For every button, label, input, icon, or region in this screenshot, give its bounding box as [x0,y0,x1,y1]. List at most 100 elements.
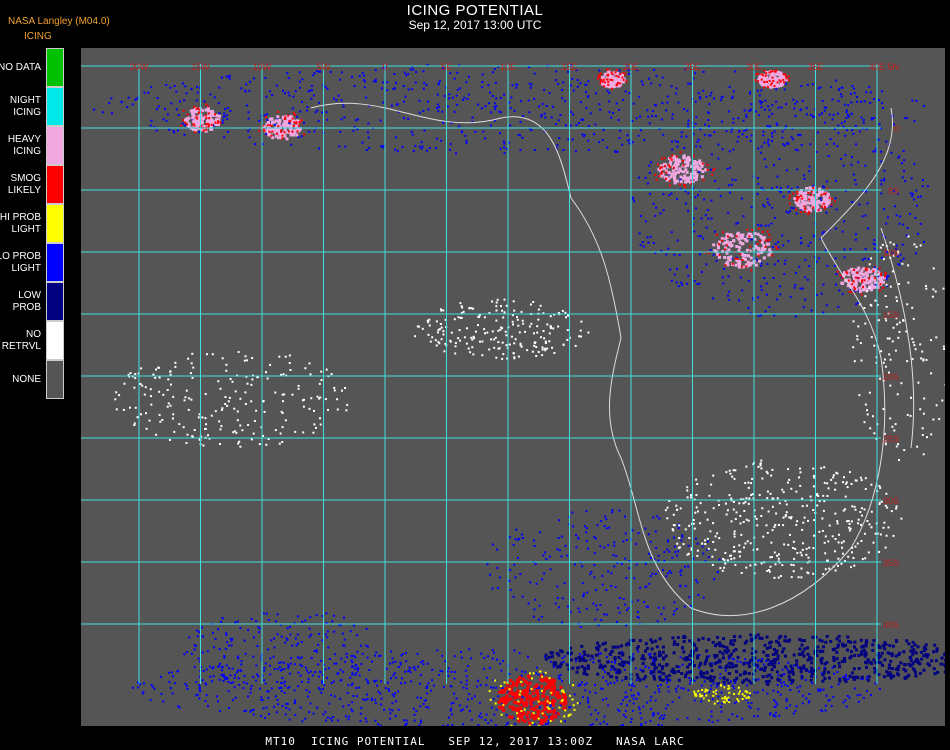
cloud-pixel [519,573,522,575]
cloud-pixel [543,337,546,340]
cloud-pixel [608,526,611,529]
cloud-pixel [262,612,265,615]
cloud-pixel [483,656,486,659]
cloud-pixel [293,663,296,666]
cloud-pixel [676,140,679,143]
cloud-pixel [590,570,593,573]
cloud-pixel [395,676,398,679]
cloud-pixel [516,717,519,720]
cloud-pixel [694,72,696,75]
cloud-pixel [297,642,299,645]
cloud-pixel [418,724,421,726]
cloud-pixel [450,713,453,716]
cloud-pixel [596,648,600,652]
cloud-pixel [708,103,711,106]
cloud-pixel [330,682,333,684]
cloud-pixel [366,680,369,683]
cloud-pixel [815,654,819,657]
cloud-pixel [587,699,590,702]
cloud-pixel [795,705,798,708]
legend-label: SMOG LIKELY [7,172,41,196]
cloud-pixel [661,665,665,669]
cloud-pixel [845,116,848,119]
cloud-pixel [294,714,297,716]
cloud-pixel [486,676,488,679]
cloud-pixel [796,203,800,207]
cloud-pixel [745,135,748,138]
cloud-pixel [649,192,651,195]
cloud-pixel [529,672,531,675]
cloud-pixel [252,675,255,678]
cloud-pixel [700,674,704,678]
cloud-pixel [772,80,775,82]
cloud-pixel [662,607,665,610]
cloud-pixel [180,124,183,127]
cloud-pixel [770,663,774,667]
cloud-pixel [248,136,251,139]
cloud-pixel [866,658,870,662]
cloud-pixel [547,720,550,723]
cloud-pixel [351,710,354,713]
cloud-pixel [600,80,603,83]
cloud-pixel [495,305,498,308]
cloud-pixel [680,672,684,675]
cloud-pixel [710,91,713,94]
cloud-pixel [922,668,926,672]
cloud-pixel [700,684,703,687]
cloud-pixel [672,166,675,169]
cloud-pixel [580,665,584,669]
cloud-pixel [453,318,456,321]
cloud-pixel [804,258,807,261]
cloud-pixel [220,673,223,676]
cloud-pixel [577,537,580,540]
cloud-pixel [271,130,274,133]
cloud-pixel [269,90,271,93]
cloud-pixel [593,552,596,555]
cloud-pixel [913,643,917,647]
cloud-pixel [799,211,802,214]
cloud-pixel [441,110,444,113]
cloud-pixel [317,643,320,646]
cloud-pixel [373,680,376,683]
cloud-pixel [533,685,537,689]
cloud-pixel [744,658,747,661]
cloud-pixel [853,269,856,271]
cloud-pixel [887,666,891,670]
cloud-pixel [610,661,613,663]
cloud-pixel [702,162,705,165]
cloud-pixel [512,544,515,546]
cloud-pixel [669,161,673,165]
cloud-pixel [248,89,251,92]
cloud-pixel [426,686,429,689]
cloud-pixel [438,80,441,83]
cloud-pixel [562,81,565,84]
cloud-pixel [351,75,354,78]
cloud-pixel [743,109,746,112]
cloud-pixel [503,681,506,684]
cloud-pixel [790,667,794,671]
cloud-pixel [863,100,866,103]
cloud-pixel [229,637,232,640]
cloud-pixel [766,198,769,201]
cloud-pixel [750,651,754,655]
cloud-pixel [606,89,609,92]
legend-item: SMOG LIKELY [0,165,65,204]
cloud-pixel [785,75,788,78]
cloud-pixel [710,199,713,202]
cloud-pixel [760,264,763,267]
cloud-pixel [733,693,735,695]
cloud-pixel [687,192,690,195]
cloud-pixel [535,355,538,357]
cloud-pixel [661,678,665,682]
cloud-pixel [559,685,563,689]
cloud-pixel [634,667,637,670]
cloud-pixel [749,639,753,643]
cloud-pixel [799,670,803,674]
cloud-pixel [218,112,221,115]
cloud-pixel [689,82,692,85]
cloud-pixel [641,661,645,665]
cloud-pixel [283,134,287,138]
cloud-pixel [592,661,595,664]
cloud-pixel [220,666,223,669]
cloud-pixel [733,639,737,643]
